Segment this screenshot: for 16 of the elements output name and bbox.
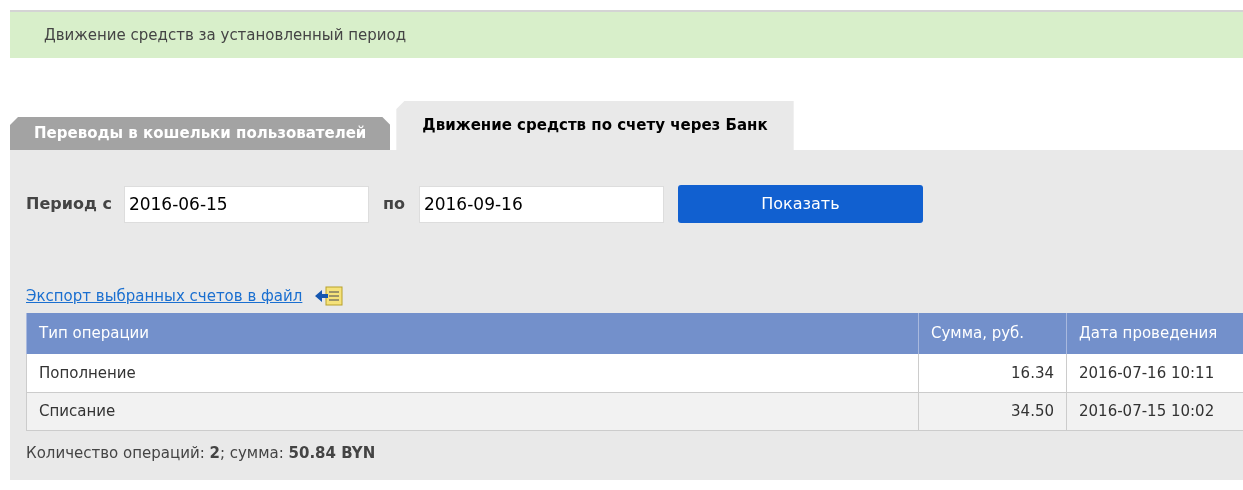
table-cell: 16.34	[918, 354, 1067, 392]
table-cell: Списание	[26, 392, 919, 430]
table-cell: Пополнение	[26, 354, 919, 392]
period-to-label: по	[382, 193, 405, 215]
banner-title: Движение средств за установленный период	[44, 24, 407, 46]
export-icon[interactable]	[314, 286, 345, 306]
date-to-field[interactable]: 2016-09-16	[418, 185, 664, 223]
show-button[interactable]: Показать	[677, 185, 923, 223]
summary-text: Количество операций: 2; сумма: 50.84 BYN	[26, 443, 376, 462]
table-cell: 2016-07-16 10:11	[1066, 354, 1243, 392]
table-cell: 34.50	[918, 392, 1067, 430]
export-link[interactable]: Экспорт выбранных счетов в файл	[26, 284, 303, 308]
period-from-label: Период с	[26, 193, 112, 215]
date-from-field[interactable]: 2016-06-15	[123, 185, 369, 223]
tab[interactable]: Движение средств по счету через Банк	[396, 101, 794, 150]
table-cell: 2016-07-15 10:02	[1066, 392, 1243, 430]
